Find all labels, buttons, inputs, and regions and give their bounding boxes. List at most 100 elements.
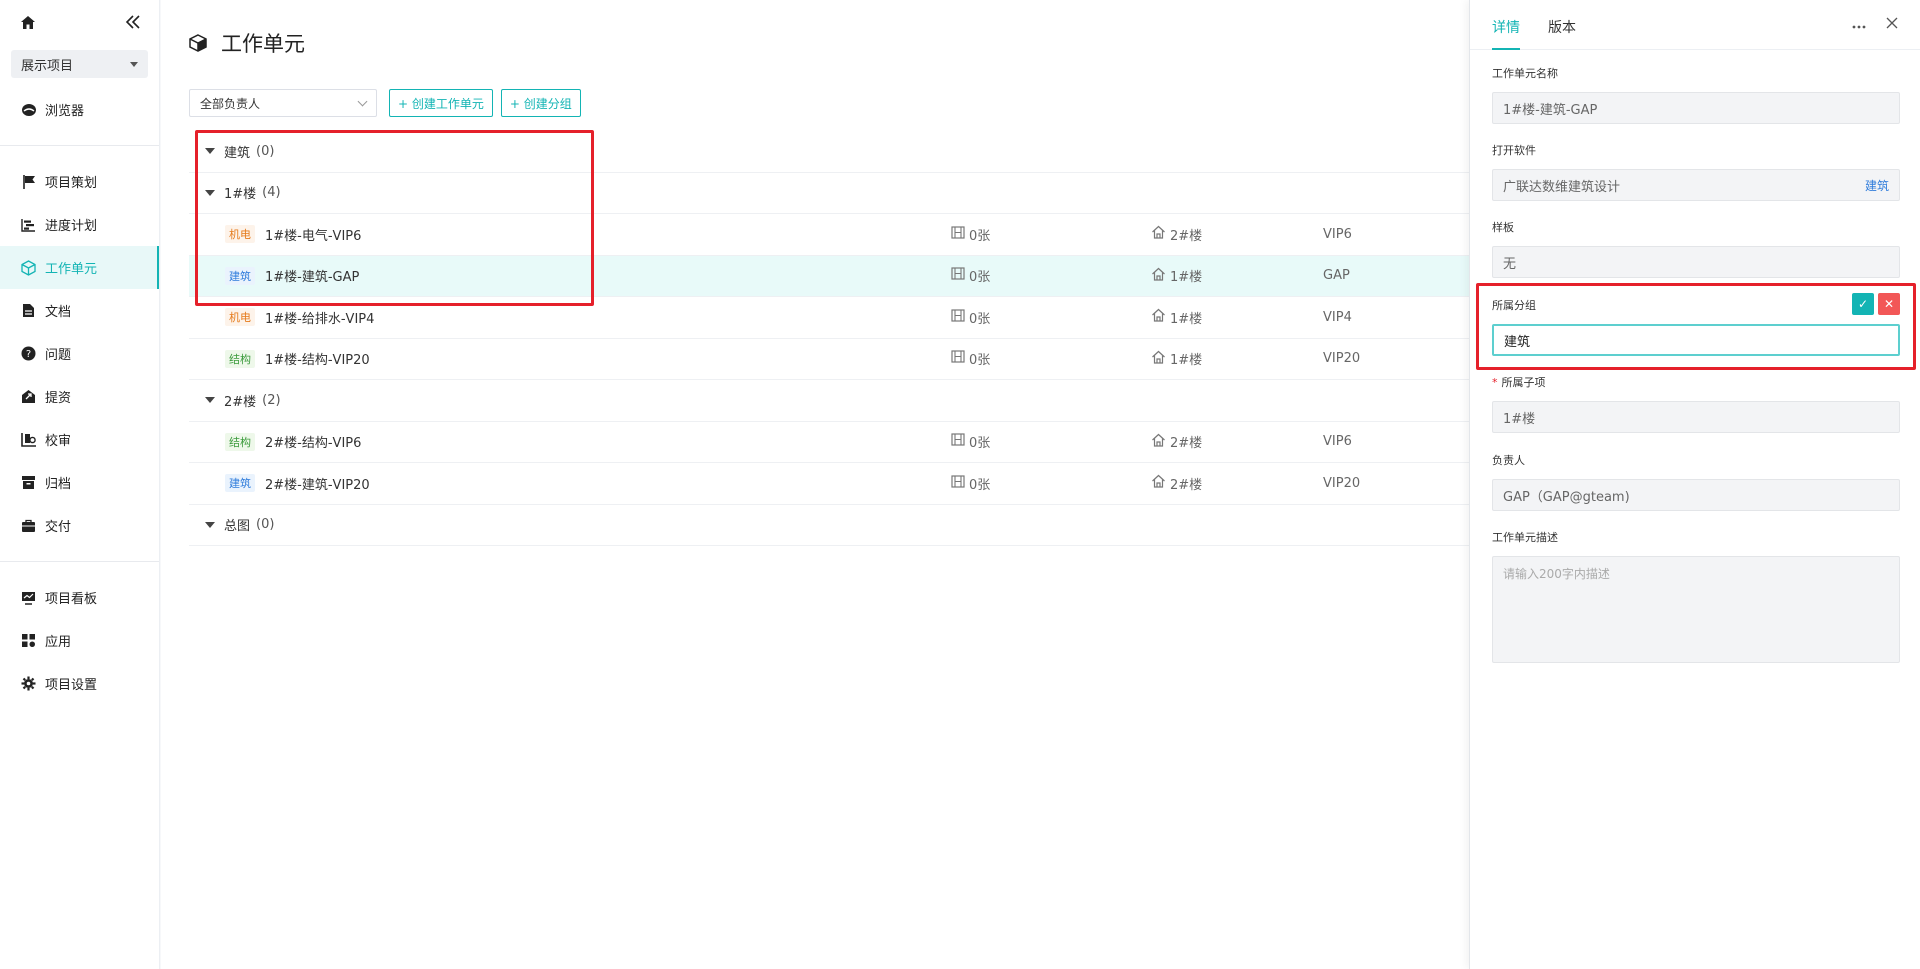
document-icon bbox=[20, 302, 37, 319]
sidebar-item-label: 提资 bbox=[45, 391, 72, 406]
template-input[interactable]: 无 bbox=[1492, 246, 1900, 278]
work-unit-row[interactable]: 建筑 2#楼-建筑-VIP20 0张 2#楼 VIP20 bbox=[189, 463, 1469, 505]
building-text: 2#楼 bbox=[1170, 228, 1203, 244]
field-template: 样板 无 bbox=[1492, 219, 1900, 278]
field-owner: 负责人 GAP（GAP@gteam) bbox=[1492, 452, 1900, 511]
version: VIP6 bbox=[1323, 434, 1352, 450]
cancel-button[interactable]: ✕ bbox=[1878, 293, 1900, 315]
dashboard-icon bbox=[20, 589, 37, 606]
more-icon[interactable] bbox=[1852, 14, 1866, 33]
field-description: 工作单元描述 请输入200字内描述 bbox=[1492, 529, 1900, 663]
work-unit-row[interactable]: 机电 1#楼-给排水-VIP4 0张 1#楼 VIP4 bbox=[189, 297, 1469, 339]
sheet-count-text: 0张 bbox=[969, 311, 991, 327]
sheet-count-text: 0张 bbox=[969, 353, 991, 369]
building: 2#楼 bbox=[1151, 432, 1202, 451]
close-icon[interactable] bbox=[1886, 14, 1898, 33]
work-unit-row[interactable]: 结构 2#楼-结构-VIP6 0张 2#楼 VIP6 bbox=[189, 422, 1469, 463]
sidebar-item-archive[interactable]: 归档 bbox=[0, 461, 159, 504]
sheet-count-text: 0张 bbox=[969, 477, 991, 493]
version: GAP bbox=[1323, 268, 1350, 284]
create-group-button[interactable]: + 创建分组 bbox=[500, 89, 581, 117]
group-count: (2) bbox=[262, 392, 281, 408]
field-label: 所属分组 bbox=[1492, 299, 1536, 312]
owner-filter-select[interactable]: 全部负责人 bbox=[189, 89, 377, 117]
confirm-button[interactable]: ✓ bbox=[1852, 293, 1874, 315]
sidebar-item-work-unit[interactable]: 工作单元 bbox=[0, 246, 159, 289]
expand-triangle-icon[interactable] bbox=[205, 521, 215, 528]
group-count: (0) bbox=[256, 517, 275, 533]
field-software: 打开软件 广联达数维建筑设计 建筑 bbox=[1492, 142, 1900, 201]
sidebar-top bbox=[0, 0, 159, 44]
sidebar-item-settings[interactable]: 项目设置 bbox=[0, 662, 159, 705]
detail-panel: 详情 版本 工作单元名称 1#楼-建筑-GAP 打开软件 广联达数维建筑设计 建… bbox=[1469, 0, 1920, 969]
group-row[interactable]: 1#楼 (4) bbox=[189, 173, 1469, 214]
briefcase-icon bbox=[20, 517, 37, 534]
software-input[interactable]: 广联达数维建筑设计 建筑 bbox=[1492, 169, 1900, 201]
expand-triangle-icon[interactable] bbox=[205, 189, 215, 196]
description-textarea[interactable]: 请输入200字内描述 bbox=[1492, 556, 1900, 663]
sidebar-item-planning[interactable]: 项目策划 bbox=[0, 160, 159, 203]
sidebar-item-issues[interactable]: ? 问题 bbox=[0, 332, 159, 375]
owner-value: GAP（GAP@gteam) bbox=[1503, 489, 1630, 505]
expand-triangle-icon[interactable] bbox=[205, 148, 215, 155]
drawing-icon bbox=[951, 475, 969, 492]
sidebar-item-schedule[interactable]: 进度计划 bbox=[0, 203, 159, 246]
work-unit-name: 1#楼-给排水-VIP4 bbox=[265, 311, 375, 327]
work-unit-name: 2#楼-结构-VIP6 bbox=[265, 436, 362, 452]
group-count: (4) bbox=[262, 185, 281, 201]
sidebar-item-label: 项目设置 bbox=[45, 678, 98, 693]
field-group: 所属分组 ✓ ✕ 建筑 bbox=[1492, 293, 1900, 356]
group-row[interactable]: 建筑 (0) bbox=[189, 131, 1469, 173]
divider bbox=[0, 145, 159, 146]
sidebar-item-dashboard[interactable]: 项目看板 bbox=[0, 576, 159, 619]
group-value: 建筑 bbox=[1504, 334, 1531, 350]
browser-icon bbox=[20, 101, 37, 118]
work-unit-name: 1#楼-结构-VIP20 bbox=[265, 353, 370, 369]
home-icon[interactable] bbox=[20, 15, 36, 30]
sidebar-item-review[interactable]: 校审 bbox=[0, 418, 159, 461]
review-icon bbox=[20, 431, 37, 448]
expand-triangle-icon[interactable] bbox=[205, 397, 215, 404]
sidebar-item-browser[interactable]: 浏览器 bbox=[0, 88, 159, 131]
panel-tabs: 详情 版本 bbox=[1470, 0, 1920, 50]
group-row[interactable]: 总图 (0) bbox=[189, 505, 1469, 546]
sidebar-item-apps[interactable]: 应用 bbox=[0, 619, 159, 662]
field-label: * 所属子项 bbox=[1492, 374, 1900, 390]
unit-name-input[interactable]: 1#楼-建筑-GAP bbox=[1492, 92, 1900, 124]
sidebar-item-delivery[interactable]: 交付 bbox=[0, 504, 159, 547]
tab-details[interactable]: 详情 bbox=[1492, 17, 1520, 50]
question-icon: ? bbox=[20, 345, 37, 362]
create-work-unit-button[interactable]: + 创建工作单元 bbox=[389, 89, 493, 117]
work-unit-row[interactable]: 机电 1#楼-电气-VIP6 0张 2#楼 VIP6 bbox=[189, 214, 1469, 256]
subitem-value: 1#楼 bbox=[1503, 411, 1536, 427]
owner-input[interactable]: GAP（GAP@gteam) bbox=[1492, 479, 1900, 511]
toolbar: 全部负责人 + 创建工作单元 + 创建分组 bbox=[189, 89, 581, 117]
unit-name-value: 1#楼-建筑-GAP bbox=[1503, 102, 1598, 118]
description-placeholder: 请输入200字内描述 bbox=[1503, 567, 1610, 581]
sidebar-item-submit[interactable]: 提资 bbox=[0, 375, 159, 418]
project-select[interactable]: 展示项目 bbox=[11, 50, 148, 78]
tab-versions[interactable]: 版本 bbox=[1548, 17, 1576, 49]
subitem-input[interactable]: 1#楼 bbox=[1492, 401, 1900, 433]
house-icon bbox=[1151, 350, 1170, 368]
template-value: 无 bbox=[1503, 256, 1517, 272]
caret-down-icon bbox=[130, 61, 138, 67]
gear-icon bbox=[20, 675, 37, 692]
group-name: 总图 bbox=[224, 519, 251, 535]
sidebar-item-label: 项目看板 bbox=[45, 592, 98, 607]
collapse-icon[interactable] bbox=[125, 15, 141, 29]
group-input[interactable]: 建筑 bbox=[1492, 324, 1900, 356]
work-unit-name: 1#楼-电气-VIP6 bbox=[265, 228, 362, 244]
work-unit-row[interactable]: 结构 1#楼-结构-VIP20 0张 1#楼 VIP20 bbox=[189, 339, 1469, 380]
work-unit-row-selected[interactable]: 建筑 1#楼-建筑-GAP 0张 1#楼 GAP bbox=[189, 255, 1469, 297]
field-label: 样板 bbox=[1492, 221, 1514, 234]
group-row[interactable]: 2#楼 (2) bbox=[189, 380, 1469, 422]
sheet-count: 0张 bbox=[951, 349, 990, 368]
flag-icon bbox=[20, 173, 37, 190]
sidebar-item-documents[interactable]: 文档 bbox=[0, 289, 159, 332]
owner-filter-label: 全部负责人 bbox=[200, 96, 261, 111]
archive-icon bbox=[20, 474, 37, 491]
sheet-count-text: 0张 bbox=[969, 270, 991, 286]
field-label: 工作单元名称 bbox=[1492, 67, 1558, 80]
group-count: (0) bbox=[256, 143, 275, 159]
